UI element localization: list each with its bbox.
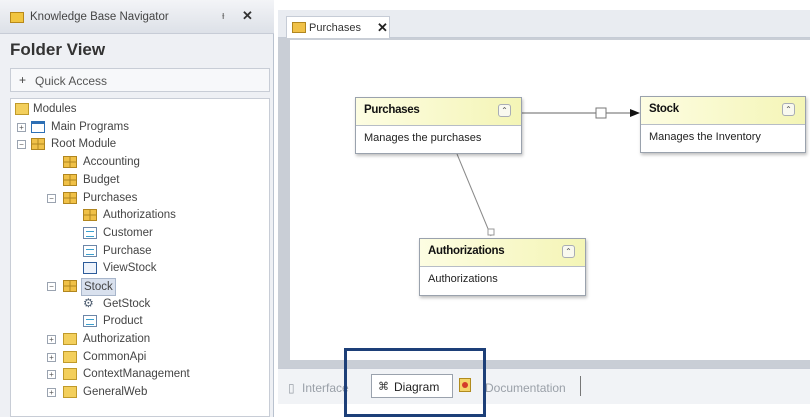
- diagram-box-stock[interactable]: Stock ⌃ Manages the Inventory: [640, 96, 806, 153]
- box-description: Authorizations: [428, 273, 498, 285]
- box-title: Stock: [649, 103, 679, 115]
- tab-documentation[interactable]: Documentation: [485, 381, 566, 395]
- box-title: Authorizations: [428, 245, 505, 257]
- connector-arrowhead: [630, 109, 640, 117]
- box-title: Purchases: [364, 104, 420, 116]
- diagram-box-authorizations[interactable]: Authorizations ⌃ Authorizations: [419, 238, 586, 296]
- collapse-icon[interactable]: ⌃: [782, 103, 795, 116]
- collapse-icon[interactable]: ⌃: [562, 245, 575, 258]
- collapse-icon[interactable]: ⌃: [498, 104, 511, 117]
- tab-interface[interactable]: Interface: [302, 381, 349, 395]
- interface-doc-icon: ▯: [288, 381, 295, 395]
- box-header: Purchases ⌃: [356, 98, 521, 126]
- box-description: Manages the purchases: [364, 132, 482, 144]
- diagram-box-purchases[interactable]: Purchases ⌃ Manages the purchases: [355, 97, 522, 154]
- connector-handle[interactable]: [487, 228, 495, 236]
- tab-separator: [580, 376, 581, 396]
- box-header: Stock ⌃: [641, 97, 805, 125]
- connector-handle[interactable]: [595, 107, 607, 119]
- box-header: Authorizations ⌃: [420, 239, 585, 267]
- box-description: Manages the Inventory: [649, 131, 761, 143]
- diagram-tab-highlight: [344, 348, 486, 417]
- connector-purchases-authorizations: [456, 153, 492, 237]
